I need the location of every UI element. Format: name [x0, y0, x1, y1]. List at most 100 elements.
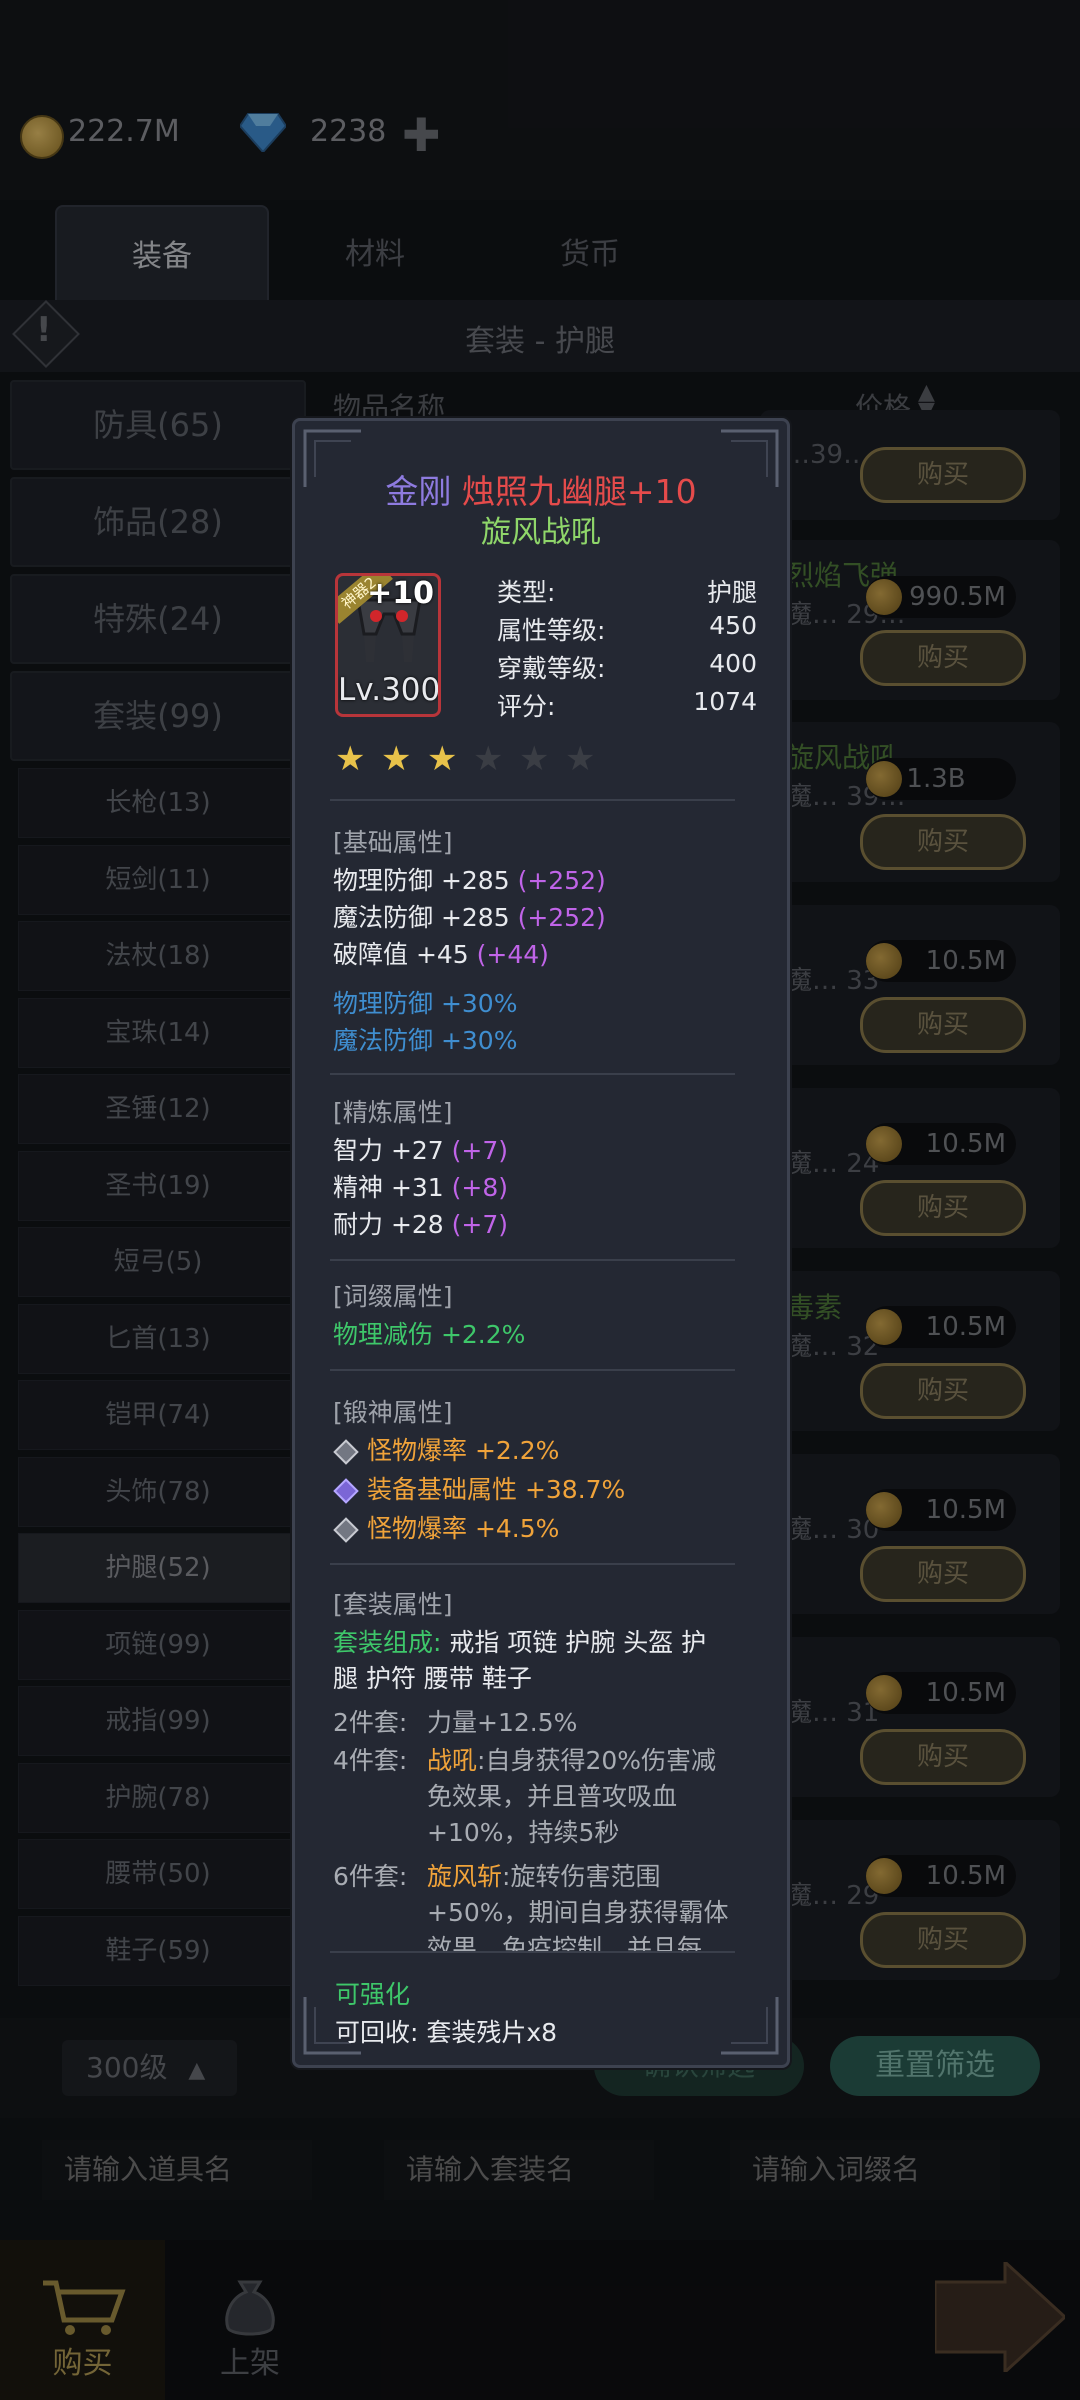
subcategory-armor[interactable]: 铠甲(74) — [18, 1380, 298, 1450]
set-4-effect: 战吼:自身获得20%伤害减 — [427, 1741, 716, 1777]
forge-attr-value: 装备基础属性 +38.7% — [367, 1475, 626, 1504]
buy-button[interactable]: 购买 — [860, 630, 1026, 686]
subcategory-staff[interactable]: 法杖(18) — [18, 921, 298, 991]
forge-attr-row: 装备基础属性 +38.7% — [333, 1470, 626, 1506]
subcategory-spear[interactable]: 长枪(13) — [18, 768, 298, 838]
tab-currency[interactable]: 货币 — [485, 205, 695, 305]
subcategory-necklace[interactable]: 项链(99) — [18, 1610, 298, 1680]
buy-button[interactable]: 购买 — [860, 1546, 1026, 1602]
top-bar — [0, 0, 1080, 200]
coin-icon — [866, 943, 902, 979]
subcategory-book[interactable]: 圣书(19) — [18, 1151, 298, 1221]
reset-filter-button[interactable]: 重置筛选 — [830, 2036, 1040, 2096]
set-attr-header: [套装属性] — [333, 1590, 453, 1619]
subcategory-hammer[interactable]: 圣锤(12) — [18, 1074, 298, 1144]
gem-amount: 2238 — [310, 114, 387, 149]
subcategory-dagger[interactable]: 匕首(13) — [18, 1304, 298, 1374]
set-6-text: :旋转伤害范围 — [502, 1862, 661, 1891]
nav-list[interactable]: 上架 — [180, 2240, 320, 2400]
gold-coin-icon — [20, 115, 64, 159]
base-attr-row: 破障值 +45 (+44) — [333, 935, 549, 971]
buy-button[interactable]: 购买 — [860, 814, 1026, 870]
refine-attr-bonus: (+8) — [451, 1173, 509, 1202]
gem-icon — [240, 113, 286, 152]
add-gems-icon[interactable]: ✚ — [402, 108, 441, 162]
category-special[interactable]: 特殊(24) — [10, 574, 306, 664]
set-2-effect: 力量+12.5% — [427, 1708, 578, 1737]
refine-attr-row: 精神 +31 (+8) — [333, 1168, 508, 1204]
affix-name-input[interactable] — [730, 2140, 1000, 2200]
level-select[interactable]: 300级 ▲ — [62, 2040, 237, 2096]
item-title-main: 烛照九幽腿+10 — [461, 472, 697, 511]
buy-button[interactable]: 购买 — [860, 447, 1026, 503]
affix-attr-header: [词缀属性] — [333, 1282, 453, 1311]
item-sub: 魔… 33 — [786, 966, 880, 996]
info-wear-level-value: 400 — [709, 649, 757, 678]
buy-button[interactable]: 购买 — [860, 1912, 1026, 1968]
base-attr-value: 物理防御 +285 — [333, 866, 510, 895]
nav-buy-label: 购买 — [52, 2346, 113, 2381]
set-4-effect-cont: 免效果，并且普攻吸血 — [427, 1782, 678, 1811]
money-bag-icon — [225, 2280, 275, 2336]
diamond-icon — [333, 1478, 359, 1504]
shopping-cart-icon — [43, 2280, 126, 2335]
subcategory-orb[interactable]: 宝珠(14) — [18, 998, 298, 1068]
star-rating: ★ ★ ★ ★ ★ ★ — [335, 739, 635, 779]
subcategory-shoes[interactable]: 鞋子(59) — [18, 1916, 298, 1986]
subcategory-shortsword[interactable]: 短剑(11) — [18, 845, 298, 915]
info-score-label: 评分: — [497, 692, 556, 721]
diamond-icon — [333, 1517, 359, 1543]
base-extra-attr: 魔法防御 +30% — [333, 1026, 518, 1055]
info-wear-level-label: 穿戴等级: — [497, 654, 606, 683]
buy-button[interactable]: 购买 — [860, 1729, 1026, 1785]
refine-attr-value: 精神 +31 — [333, 1173, 444, 1202]
item-tooltip: 金刚 烛照九幽腿+10 旋风战吼 神器2 +10 Lv.300 类型: 护腿 属… — [292, 418, 790, 2068]
divider — [330, 1951, 735, 1953]
item-set-name: 旋风战吼 — [481, 515, 601, 550]
base-attr-bonus: (+44) — [476, 940, 549, 969]
nav-buy[interactable]: 购买 — [0, 2240, 165, 2400]
subcategory-leggings[interactable]: 护腿(52) — [18, 1533, 298, 1603]
buy-button[interactable]: 购买 — [860, 997, 1026, 1053]
item-title: 金刚 烛照九幽腿+10 — [295, 465, 787, 513]
buy-button[interactable]: 购买 — [860, 1180, 1026, 1236]
subcategory-ring[interactable]: 戒指(99) — [18, 1686, 298, 1756]
forge-attr-header: [锻神属性] — [333, 1398, 453, 1427]
star-empty-icon: ★ — [565, 739, 596, 779]
item-sub: 魔… 29 — [786, 1881, 880, 1911]
set-6-skill: 旋风斩 — [427, 1862, 503, 1891]
base-attr-value: 破障值 +45 — [333, 940, 469, 969]
category-sets[interactable]: 套装(99) — [10, 671, 306, 761]
subcategory-belt[interactable]: 腰带(50) — [18, 1839, 298, 1909]
star-empty-icon: ★ — [473, 739, 504, 779]
set-2-label: 2件套: — [333, 1708, 408, 1737]
arrow-right-icon[interactable] — [935, 2262, 1065, 2372]
corner-ornament-icon — [721, 1997, 779, 2055]
buy-button[interactable]: 购买 — [860, 1363, 1026, 1419]
refine-attr-header: [精炼属性] — [333, 1098, 453, 1127]
coin-icon — [866, 1309, 902, 1345]
forge-attr-row: 怪物爆率 +2.2% — [333, 1431, 559, 1467]
item-sub: 魔… 24 — [786, 1149, 880, 1179]
tab-materials[interactable]: 材料 — [270, 205, 480, 305]
base-attr-row: 物理防御 +285 (+252) — [333, 861, 606, 897]
coin-icon — [866, 1675, 902, 1711]
set-name-input[interactable] — [384, 2140, 654, 2200]
subcategory-helmet[interactable]: 头饰(78) — [18, 1457, 298, 1527]
set-composition-cont: 腿 护符 腰带 鞋子 — [333, 1664, 532, 1693]
enhanceable-label: 可强化 — [335, 1980, 411, 2009]
item-name-input[interactable] — [42, 2140, 312, 2200]
refine-attr-bonus: (+7) — [451, 1136, 509, 1165]
category-armor[interactable]: 防具(65) — [10, 380, 306, 470]
base-extra-attr: 物理防御 +30% — [333, 989, 518, 1018]
tab-equipment[interactable]: 装备 — [55, 205, 269, 307]
gold-amount: 222.7M — [68, 114, 180, 149]
category-accessories[interactable]: 饰品(28) — [10, 477, 306, 567]
set-6-effect-cont: +50%，期间自身获得霸体 — [427, 1898, 729, 1927]
coin-icon — [866, 1858, 902, 1894]
subcategory-bow[interactable]: 短弓(5) — [18, 1227, 298, 1297]
subcategory-bracer[interactable]: 护腕(78) — [18, 1763, 298, 1833]
info-attr-level-label: 属性等级: — [497, 616, 606, 645]
set-composition-label: 套装组成: — [333, 1628, 442, 1657]
set-6-effect: 旋风斩:旋转伤害范围 — [427, 1857, 660, 1893]
